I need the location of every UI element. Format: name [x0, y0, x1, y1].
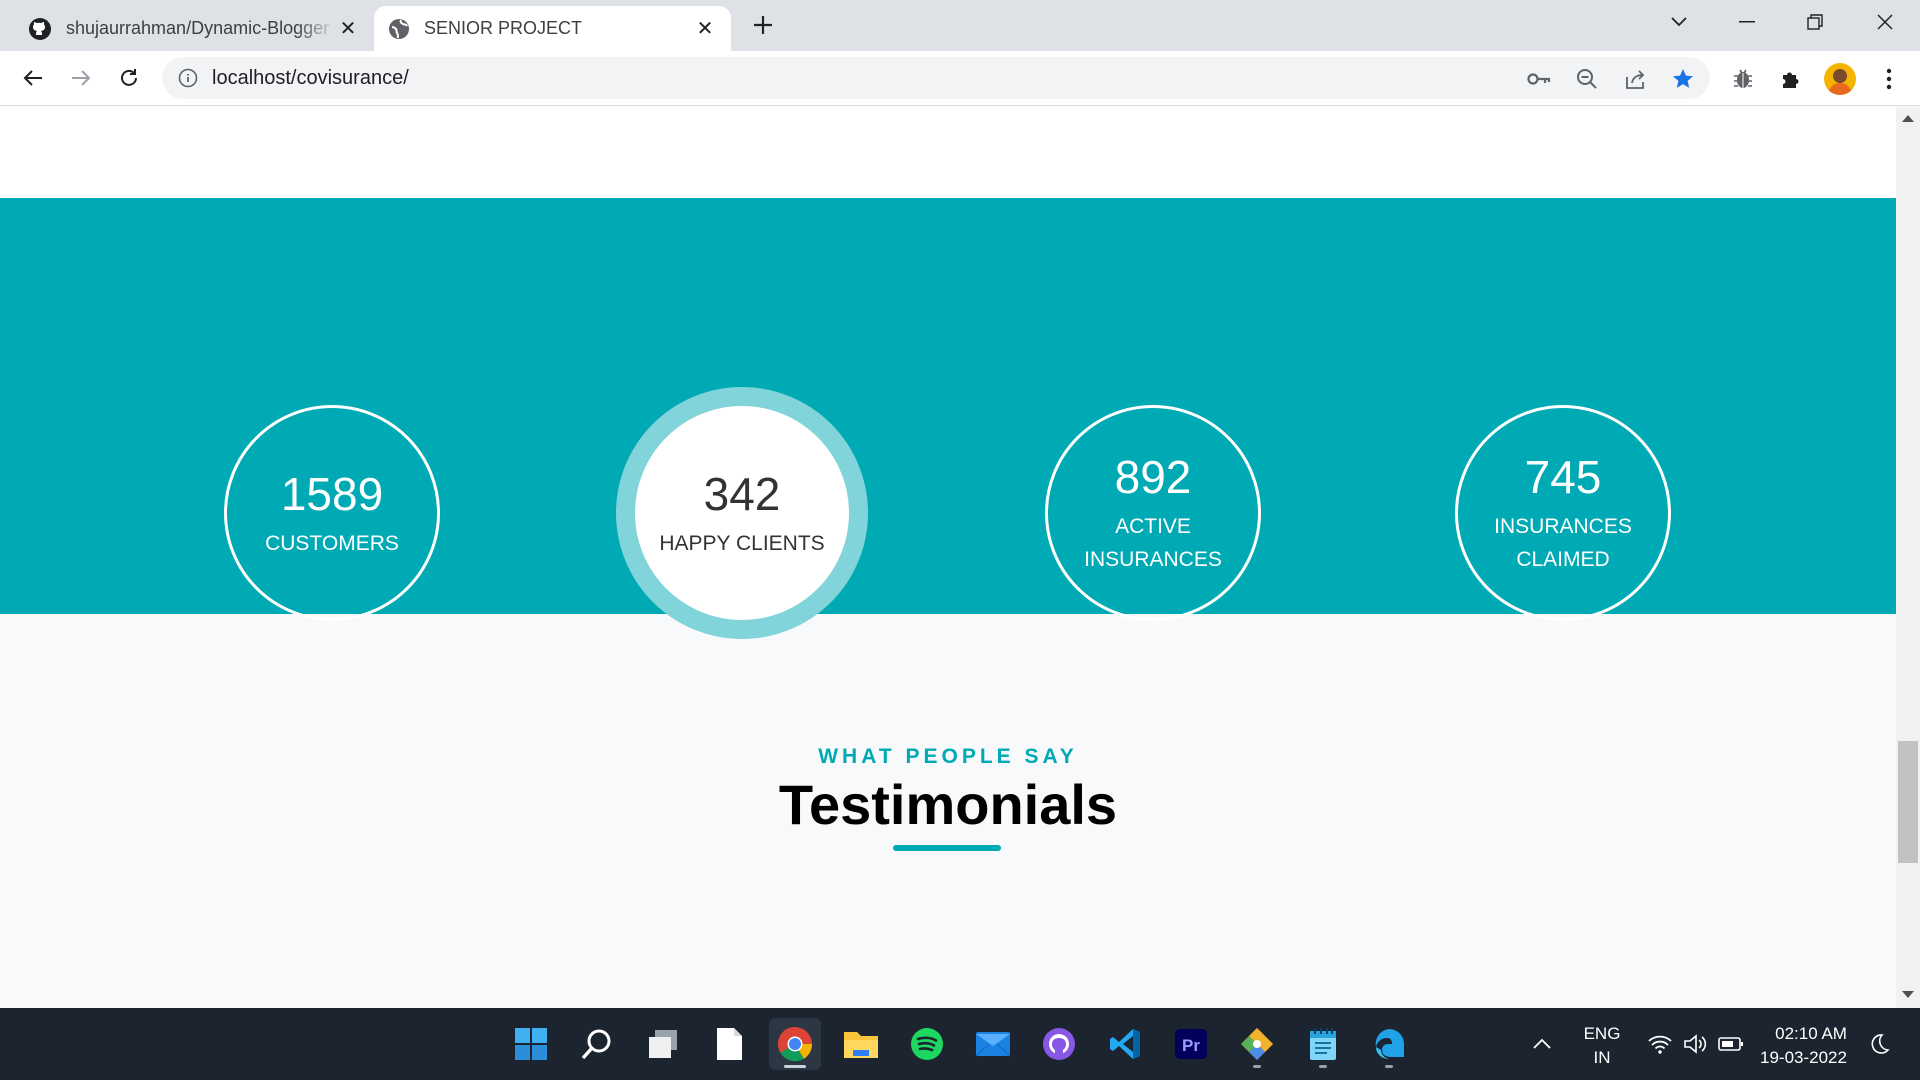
wifi-icon[interactable]: [1648, 1008, 1672, 1080]
running-indicator: [1385, 1065, 1393, 1068]
title-underline: [893, 845, 1001, 851]
address-bar[interactable]: localhost/covisurance/: [162, 57, 1710, 99]
scroll-thumb[interactable]: [1898, 741, 1918, 863]
header-section: [0, 107, 1896, 198]
close-icon[interactable]: ✕: [693, 17, 717, 41]
battery-icon[interactable]: [1718, 1008, 1744, 1080]
menu-kebab-icon[interactable]: [1874, 64, 1904, 94]
running-indicator: [1253, 1065, 1261, 1068]
stat-number: 1589: [280, 467, 384, 520]
notepad-icon[interactable]: [1297, 1018, 1349, 1070]
premiere-pro-icon[interactable]: Pr: [1165, 1018, 1217, 1070]
svg-text:Pr: Pr: [1182, 1036, 1200, 1055]
url-text: localhost/covisurance/: [212, 66, 409, 89]
stat-label: CUSTOMERS: [265, 531, 399, 555]
bookmark-star-icon[interactable]: [1670, 66, 1696, 92]
share-icon[interactable]: [1622, 66, 1648, 92]
stat-number: 342: [703, 467, 781, 520]
file-explorer-icon[interactable]: [835, 1018, 887, 1070]
forward-arrow-icon[interactable]: [64, 61, 98, 95]
spotify-icon[interactable]: [901, 1018, 953, 1070]
stat-customers: 1589 CUSTOMERS: [224, 405, 440, 621]
language-indicator[interactable]: ENG IN: [1578, 1022, 1626, 1070]
reload-icon[interactable]: [112, 61, 146, 95]
stat-label: HAPPY CLIENTS: [659, 531, 825, 555]
section-subtitle: WHAT PEOPLE SAY: [818, 745, 1078, 768]
section-title: Testimonials: [778, 773, 1118, 836]
browser-tabstrip: shujaurrahman/Dynamic-Blogger ✕ SENIOR P…: [0, 0, 1920, 51]
stat-number: 745: [1524, 451, 1602, 503]
scroll-up-arrow-icon[interactable]: [1902, 115, 1914, 122]
extensions-puzzle-icon[interactable]: [1776, 64, 1806, 94]
new-tab-button[interactable]: [748, 10, 778, 40]
tab-senior-project[interactable]: SENIOR PROJECT ✕: [374, 6, 731, 51]
tab-title: shujaurrahman/Dynamic-Blogger: [66, 18, 330, 38]
vscode-icon[interactable]: [1099, 1018, 1151, 1070]
focus-moon-icon[interactable]: [1870, 1008, 1890, 1080]
stat-active-insurances: 892 ACTIVE INSURANCES: [1045, 405, 1261, 621]
task-view-icon[interactable]: [637, 1018, 689, 1070]
minimize-icon[interactable]: [1718, 0, 1776, 43]
windows-start-icon[interactable]: [505, 1018, 557, 1070]
close-window-icon[interactable]: [1856, 0, 1914, 43]
git-icon[interactable]: [1231, 1018, 1283, 1070]
browser-toolbar: localhost/covisurance/: [0, 51, 1920, 106]
mail-icon[interactable]: [967, 1018, 1019, 1070]
globe-icon: [388, 18, 410, 40]
page-viewport: 1589 CUSTOMERS 342 HAPPY CLIENTS 892 ACT…: [0, 107, 1896, 1008]
tab-github[interactable]: shujaurrahman/Dynamic-Blogger ✕: [14, 6, 374, 51]
running-indicator: [1319, 1065, 1327, 1068]
back-arrow-icon[interactable]: [16, 61, 50, 95]
region-code: IN: [1593, 1048, 1611, 1067]
stat-label: ACTIVE INSURANCES: [1084, 515, 1222, 571]
zoom-out-icon[interactable]: [1574, 66, 1600, 92]
github-icon: [28, 17, 52, 41]
scroll-down-arrow-icon[interactable]: [1902, 991, 1914, 998]
language-code: ENG: [1583, 1024, 1621, 1043]
tray-overflow-chevron-icon[interactable]: [1532, 1008, 1552, 1080]
clock-date: 19-03-2022: [1760, 1048, 1847, 1067]
github-desktop-icon[interactable]: [1033, 1018, 1085, 1070]
tab-search-chevron-icon[interactable]: [1650, 0, 1708, 43]
file-icon[interactable]: [703, 1018, 755, 1070]
key-icon[interactable]: [1526, 66, 1552, 92]
active-indicator: [784, 1065, 806, 1068]
stat-happy-clients: 342 HAPPY CLIENTS: [616, 387, 868, 639]
restore-icon[interactable]: [1786, 0, 1844, 43]
close-icon[interactable]: ✕: [336, 17, 360, 41]
extension-bug-icon[interactable]: [1728, 64, 1758, 94]
info-icon[interactable]: [178, 68, 198, 88]
system-clock[interactable]: 02:10 AM 19-03-2022: [1760, 1022, 1847, 1070]
stat-label: INSURANCES CLAIMED: [1494, 515, 1632, 571]
stat-insurances-claimed: 745 INSURANCES CLAIMED: [1455, 405, 1671, 621]
stat-number: 892: [1114, 451, 1192, 503]
clock-time: 02:10 AM: [1775, 1024, 1847, 1043]
search-icon[interactable]: [571, 1018, 623, 1070]
windows-taskbar: Pr ENG IN 02:10 AM 19-03-2022: [0, 1008, 1920, 1080]
profile-avatar[interactable]: [1824, 63, 1856, 95]
page-scrollbar[interactable]: [1896, 107, 1920, 1008]
chrome-icon[interactable]: [769, 1018, 821, 1070]
edge-icon[interactable]: [1363, 1018, 1415, 1070]
tab-title: SENIOR PROJECT: [424, 18, 583, 38]
volume-icon[interactable]: [1683, 1008, 1709, 1080]
stats-section: 1589 CUSTOMERS 342 HAPPY CLIENTS 892 ACT…: [0, 198, 1896, 639]
